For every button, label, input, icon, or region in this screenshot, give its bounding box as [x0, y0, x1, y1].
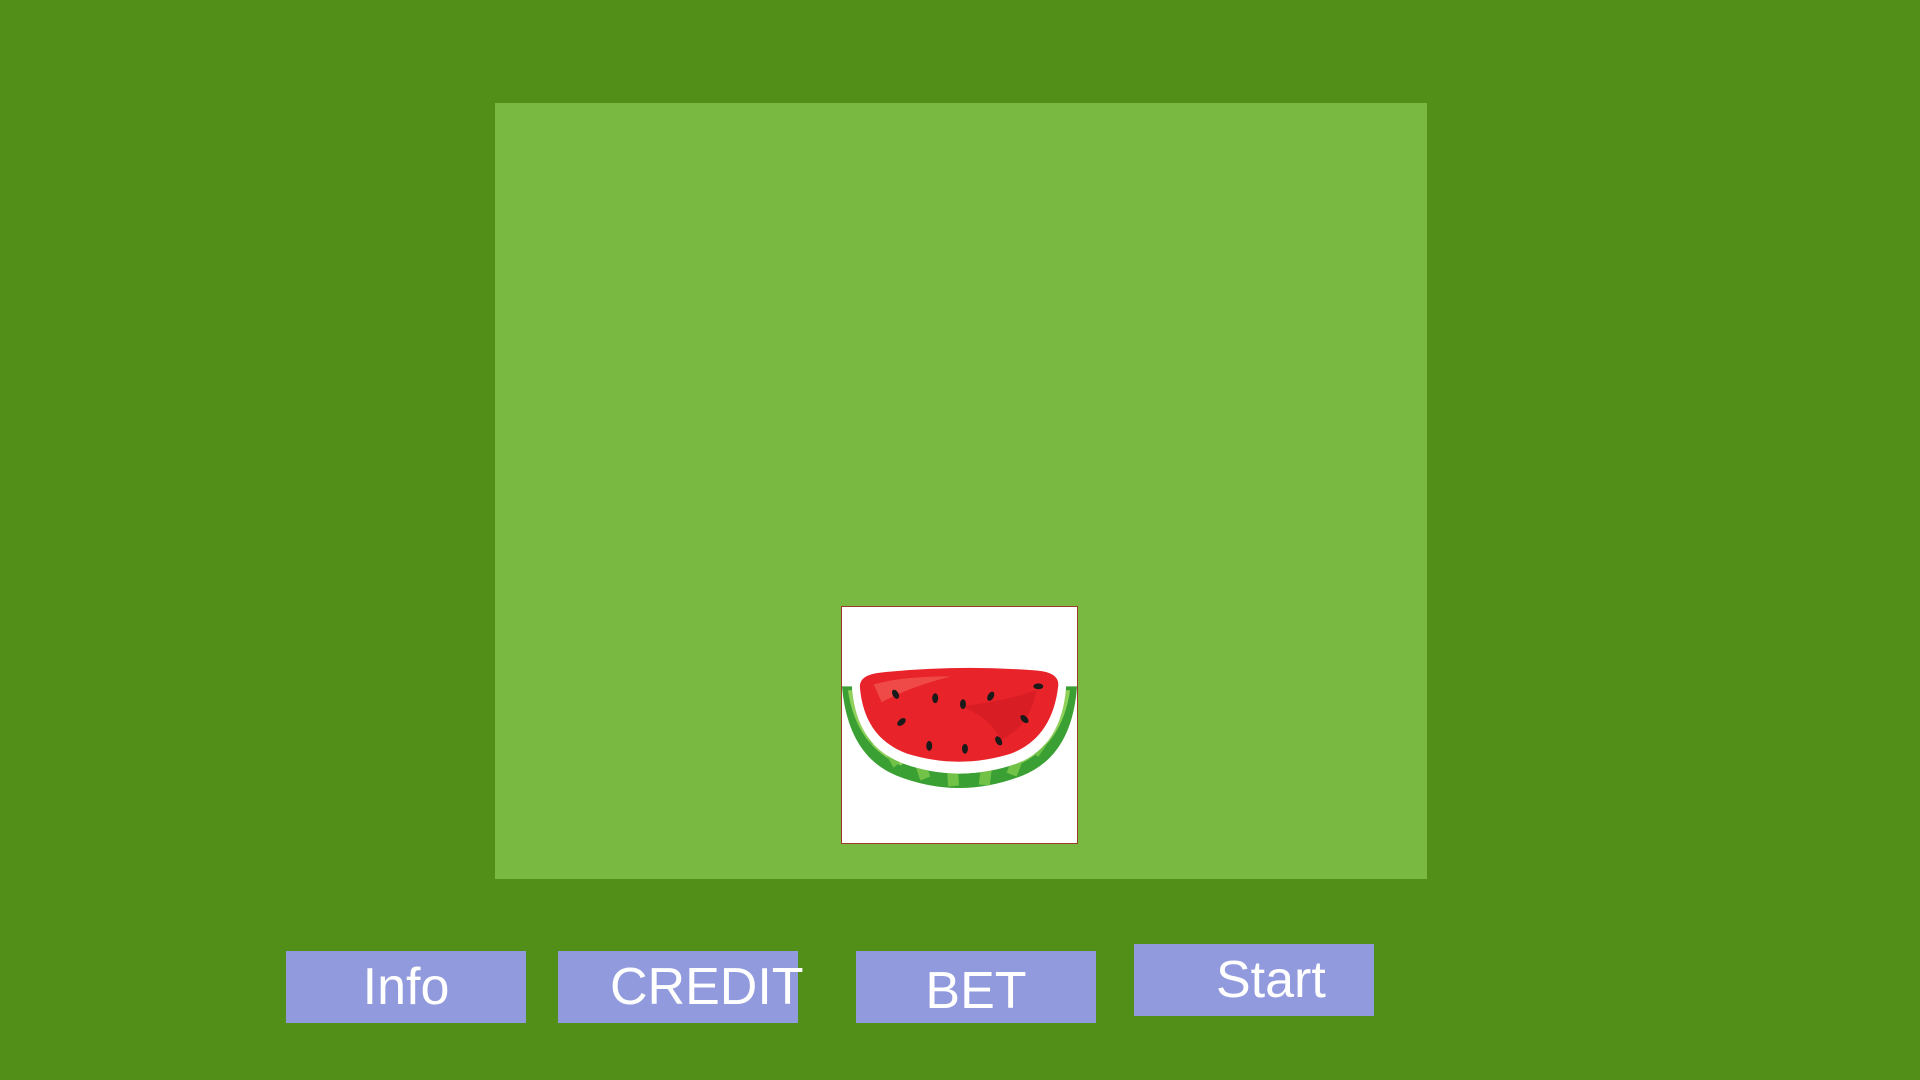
info-button[interactable]: Info: [286, 951, 526, 1023]
bet-button-label: BET: [925, 962, 1027, 1021]
start-button[interactable]: Start: [1134, 944, 1374, 1016]
game-background: Info CREDIT BET Start: [0, 0, 1920, 1080]
start-button-label: Start: [1216, 951, 1326, 1009]
credit-button-label: CREDIT: [610, 958, 804, 1016]
reel-symbol-tile: [841, 606, 1078, 844]
credit-button[interactable]: CREDIT: [558, 951, 804, 1023]
bet-button[interactable]: BET: [856, 951, 1096, 1023]
watermelon-icon: [842, 667, 1077, 788]
info-button-label: Info: [362, 958, 450, 1016]
